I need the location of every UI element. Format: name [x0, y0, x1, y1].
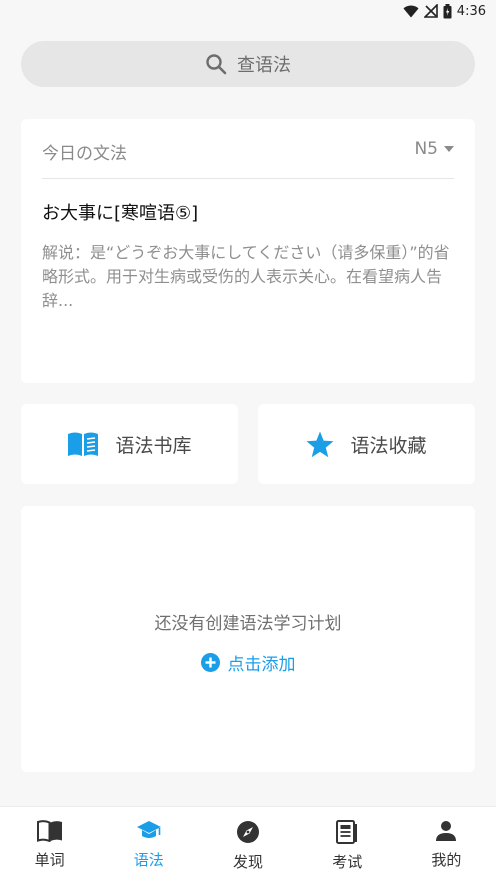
nav-item-exam[interactable]: 考试 [298, 807, 397, 881]
level-selector[interactable]: N5 [414, 139, 454, 159]
nav-item-grammar[interactable]: 语法 [99, 807, 198, 881]
daily-grammar-header: 今日の文法 N5 [42, 139, 454, 179]
grammar-favorites-button[interactable]: 语法收藏 [258, 404, 475, 484]
grammar-favorites-label: 语法收藏 [350, 434, 427, 457]
nav-label-discover: 发现 [233, 853, 264, 871]
plan-empty-text: 还没有创建语法学习计划 [154, 614, 342, 634]
nav-item-discover[interactable]: 发现 [198, 807, 297, 881]
bottom-navigation: 单词 语法 发现 考试 我的 [0, 806, 496, 881]
nav-label-exam: 考试 [332, 853, 363, 871]
search-placeholder: 查语法 [237, 55, 291, 76]
book-open-icon [68, 432, 99, 456]
level-value: N5 [414, 139, 438, 159]
book-icon [36, 820, 62, 842]
exam-paper-icon [336, 820, 358, 844]
nav-label-words: 单词 [34, 851, 65, 869]
dropdown-arrow-icon [444, 146, 454, 152]
battery-icon [443, 3, 452, 18]
status-bar: 4:36 [0, 0, 496, 22]
grammar-description: 解说：是“どうぞお大事にしてください（请多保重）”的省略形式。用于对生病或受伤的… [42, 243, 450, 310]
daily-grammar-title: 今日の文法 [42, 144, 127, 164]
nav-item-words[interactable]: 单词 [0, 807, 99, 881]
search-bar[interactable]: 查语法 [21, 41, 475, 87]
person-icon [436, 821, 457, 841]
nav-label-grammar: 语法 [133, 851, 164, 869]
wifi-icon [403, 5, 419, 17]
plus-circle-icon [200, 653, 220, 672]
grammar-library-button[interactable]: 语法书库 [21, 404, 238, 484]
add-plan-button[interactable]: 点击添加 [21, 650, 475, 675]
no-signal-icon [423, 4, 438, 18]
grammar-library-label: 语法书库 [115, 434, 192, 457]
study-plan-card: 还没有创建语法学习计划 点击添加 [21, 506, 475, 772]
nav-label-profile: 我的 [431, 851, 462, 869]
daily-grammar-card[interactable]: 今日の文法 N5 お大事に[寒喧语⑤] 解说：是“どうぞお大事にしてください（请… [21, 119, 475, 383]
grammar-name: お大事に[寒喧语⑤] [42, 203, 199, 224]
star-icon [306, 431, 334, 457]
status-time: 4:36 [456, 3, 486, 19]
nav-item-profile[interactable]: 我的 [397, 807, 496, 881]
graduation-cap-icon [136, 821, 161, 838]
add-plan-label: 点击添加 [227, 655, 296, 675]
search-icon [206, 54, 227, 75]
compass-icon [237, 821, 259, 843]
